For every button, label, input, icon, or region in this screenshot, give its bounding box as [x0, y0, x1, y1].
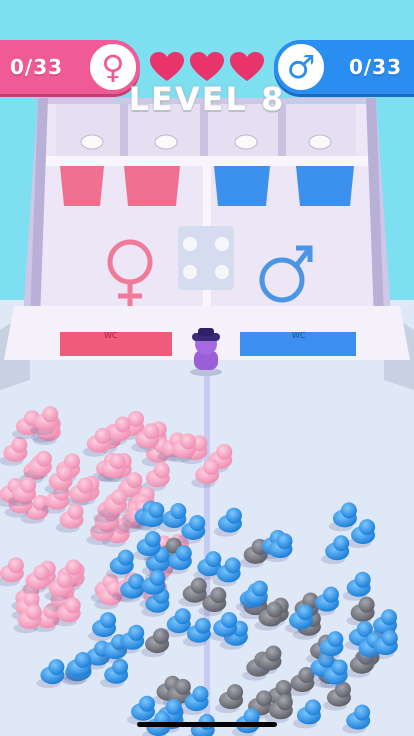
female-count: 0/33 [10, 55, 64, 79]
level-title: LEVEL 8 [128, 80, 286, 118]
heart-icon [150, 52, 184, 81]
male-door-label: WC [292, 331, 306, 340]
female-door-label: WC [104, 331, 118, 340]
path-line [204, 364, 210, 736]
male-count: 0/33 [348, 55, 402, 79]
restroom-building [4, 98, 410, 360]
heart-icon [230, 52, 264, 81]
lives-hearts [150, 52, 264, 82]
heart-icon [190, 52, 224, 81]
home-indicator [137, 722, 277, 727]
